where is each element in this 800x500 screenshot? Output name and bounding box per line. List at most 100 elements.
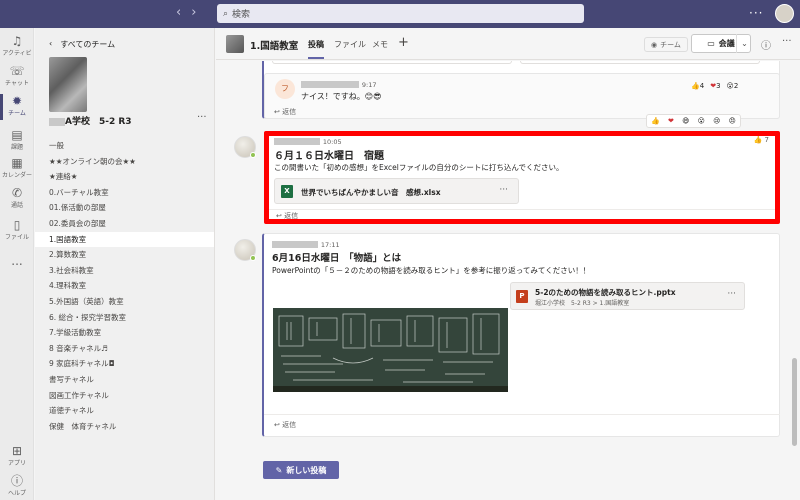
new-post-button[interactable]: ✎ 新しい投稿: [263, 461, 339, 479]
reaction-heart[interactable]: ❤3: [710, 82, 720, 90]
reply-link[interactable]: ↩ 返信: [276, 211, 298, 221]
rail-apps[interactable]: ⊞ アプリ: [0, 444, 34, 467]
chevron-down-icon[interactable]: ⌄: [736, 34, 752, 53]
file-more-icon[interactable]: ···: [727, 289, 736, 299]
channel-item[interactable]: 5.外国語（英語）教室: [35, 294, 214, 310]
channel-item[interactable]: 6. 総合・探究学習教室: [35, 310, 214, 326]
rail-more[interactable]: ...: [0, 254, 34, 268]
rail-calls[interactable]: ✆ 通話: [0, 186, 34, 209]
channel-item[interactable]: 図画工作チャネル: [35, 388, 214, 404]
channel-item[interactable]: 0.バーチャル教室: [35, 185, 214, 201]
channel-item[interactable]: 9 家庭科チャネル◘: [35, 356, 214, 372]
channel-item[interactable]: 4.理科教室: [35, 278, 214, 294]
rail-files[interactable]: ▯ ファイル: [0, 218, 34, 241]
reply-label: 返信: [282, 108, 297, 116]
channel-item[interactable]: 一般: [35, 138, 214, 154]
reaction-picker: 👍 ❤ 😄 😮 😢 😠: [646, 114, 741, 128]
profile-avatar[interactable]: [775, 4, 794, 23]
redacted-name: [274, 138, 320, 145]
channel-item[interactable]: ★★オンライン朝の会★★: [35, 154, 214, 170]
channel-item[interactable]: 02.委員会の部屋: [35, 216, 214, 232]
channel-item[interactable]: 書写チャネル: [35, 372, 214, 388]
post-body: PowerPointの「５－２のための物語を読み取るヒント」を参考に振り返ってみ…: [272, 266, 591, 275]
reactions: 👍4 ❤3 😮2: [691, 82, 738, 90]
more-icon[interactable]: ···: [782, 36, 792, 47]
tab-notes[interactable]: メモ: [372, 39, 388, 50]
redacted-name: [272, 241, 318, 248]
channel-list: 一般 ★★オンライン朝の会★★ ★連絡★ 0.バーチャル教室 01.係活動の部屋…: [35, 138, 214, 434]
tab-files[interactable]: ファイル: [334, 39, 366, 50]
team-name-text: A学校 5-2 R3: [65, 117, 132, 127]
file-attachment[interactable]: P 5-2のための物語を読み取るヒント.pptx 堀江小学校 5-2 R3 > …: [510, 282, 745, 310]
reply-meta: 9:17: [301, 80, 376, 90]
blackboard-photo[interactable]: [273, 308, 508, 392]
more-options-icon[interactable]: ···: [749, 6, 763, 20]
info-icon[interactable]: ⓘ: [761, 37, 771, 52]
message-body: ナイス！ですね。: [301, 92, 365, 101]
title-bar: ‹ › ⌕ 検索 ···: [0, 0, 800, 28]
tab-posts[interactable]: 投稿: [308, 39, 324, 50]
divider: [264, 414, 780, 415]
surprised-icon[interactable]: 😮: [698, 117, 705, 125]
excel-icon: X: [281, 185, 293, 198]
like-badge[interactable]: 👍 7: [754, 136, 769, 144]
reply-link[interactable]: ↩ 返信: [274, 420, 296, 430]
file-icon: ▯: [13, 218, 21, 232]
channel-item[interactable]: 3.社会科教室: [35, 263, 214, 279]
team-panel: ‹ すべてのチーム A学校 5-2 R3 ··· 一般 ★★オンライン朝の会★★…: [35, 28, 215, 500]
channel-picture: [226, 35, 244, 53]
rail-label: カレンダー: [1, 172, 32, 179]
angry-icon[interactable]: 😠: [729, 117, 736, 125]
rail-help[interactable]: ⓘ ヘルプ: [0, 474, 34, 497]
channel-item[interactable]: 8 音楽チャネル♬: [35, 341, 214, 357]
team-chip[interactable]: ◉ チーム: [644, 37, 688, 52]
team-picture: [49, 57, 87, 112]
team-name: A学校 5-2 R3: [49, 114, 132, 127]
search-icon: ⌕: [223, 8, 229, 19]
channel-item[interactable]: ★連絡★: [35, 169, 214, 185]
post-title: ６月１６日水曜日 宿題: [274, 151, 384, 162]
scrollbar[interactable]: [792, 358, 797, 446]
back-label: すべてのチーム: [60, 40, 116, 49]
add-tab-icon[interactable]: +: [398, 35, 409, 50]
message-time: 17:11: [320, 241, 340, 249]
assignments-icon: ▤: [11, 128, 23, 142]
rail-calendar[interactable]: ▦ カレンダー: [0, 156, 34, 179]
like-icon[interactable]: 👍: [651, 117, 660, 125]
reply-link[interactable]: ↩ 返信: [274, 107, 296, 117]
divider: [269, 209, 775, 210]
forward-arrow-icon[interactable]: ›: [191, 5, 196, 21]
file-more-icon[interactable]: ···: [499, 185, 508, 195]
channel-item[interactable]: 01.係活動の部屋: [35, 200, 214, 216]
back-arrow-icon[interactable]: ‹: [176, 5, 181, 21]
rail-chat[interactable]: ☏ チャット: [0, 64, 34, 87]
team-more-icon[interactable]: ···: [197, 112, 207, 123]
rail-label: アプリ: [7, 460, 26, 467]
compose-icon: ✎: [275, 465, 283, 475]
more-icon: ...: [11, 254, 23, 268]
reaction-like[interactable]: 👍4: [691, 82, 704, 90]
post-meta: 10:05: [274, 137, 342, 147]
search-placeholder: 検索: [232, 10, 251, 20]
reaction-surprised[interactable]: 😮2: [727, 82, 739, 90]
all-teams-link[interactable]: ‹ すべてのチーム: [49, 39, 115, 50]
rail-activity[interactable]: ♫ アクティビ: [0, 34, 34, 57]
blackboard-photo-art: [273, 308, 508, 392]
help-icon: ⓘ: [10, 474, 23, 488]
channel-item[interactable]: 2.算数教室: [35, 247, 214, 263]
message-emoji: 😊😎: [364, 92, 382, 101]
channel-item-active[interactable]: 1.国語教室: [35, 231, 214, 248]
rail-teams[interactable]: ✹ チーム: [0, 94, 34, 117]
search-input[interactable]: ⌕ 検索: [217, 4, 584, 23]
channel-item[interactable]: 7.学級活動教室: [35, 325, 214, 341]
reply-card: フ 9:17 ナイス！ですね。😊😎 👍4 ❤3 😮2: [264, 73, 780, 119]
laugh-icon[interactable]: 😄: [682, 117, 689, 125]
heart-icon[interactable]: ❤: [668, 117, 674, 125]
rail-assignments[interactable]: ▤ 課題: [0, 128, 34, 151]
channel-item[interactable]: 道徳チャネル: [35, 403, 214, 419]
sad-icon[interactable]: 😢: [713, 117, 720, 125]
channel-item[interactable]: 保健 体育チャネル: [35, 419, 214, 435]
team-chip-label: チーム: [660, 40, 681, 49]
file-attachment[interactable]: X 世界でいちばんやかましい音 感想.xlsx ···: [274, 178, 519, 204]
message-time: 10:05: [322, 138, 342, 146]
